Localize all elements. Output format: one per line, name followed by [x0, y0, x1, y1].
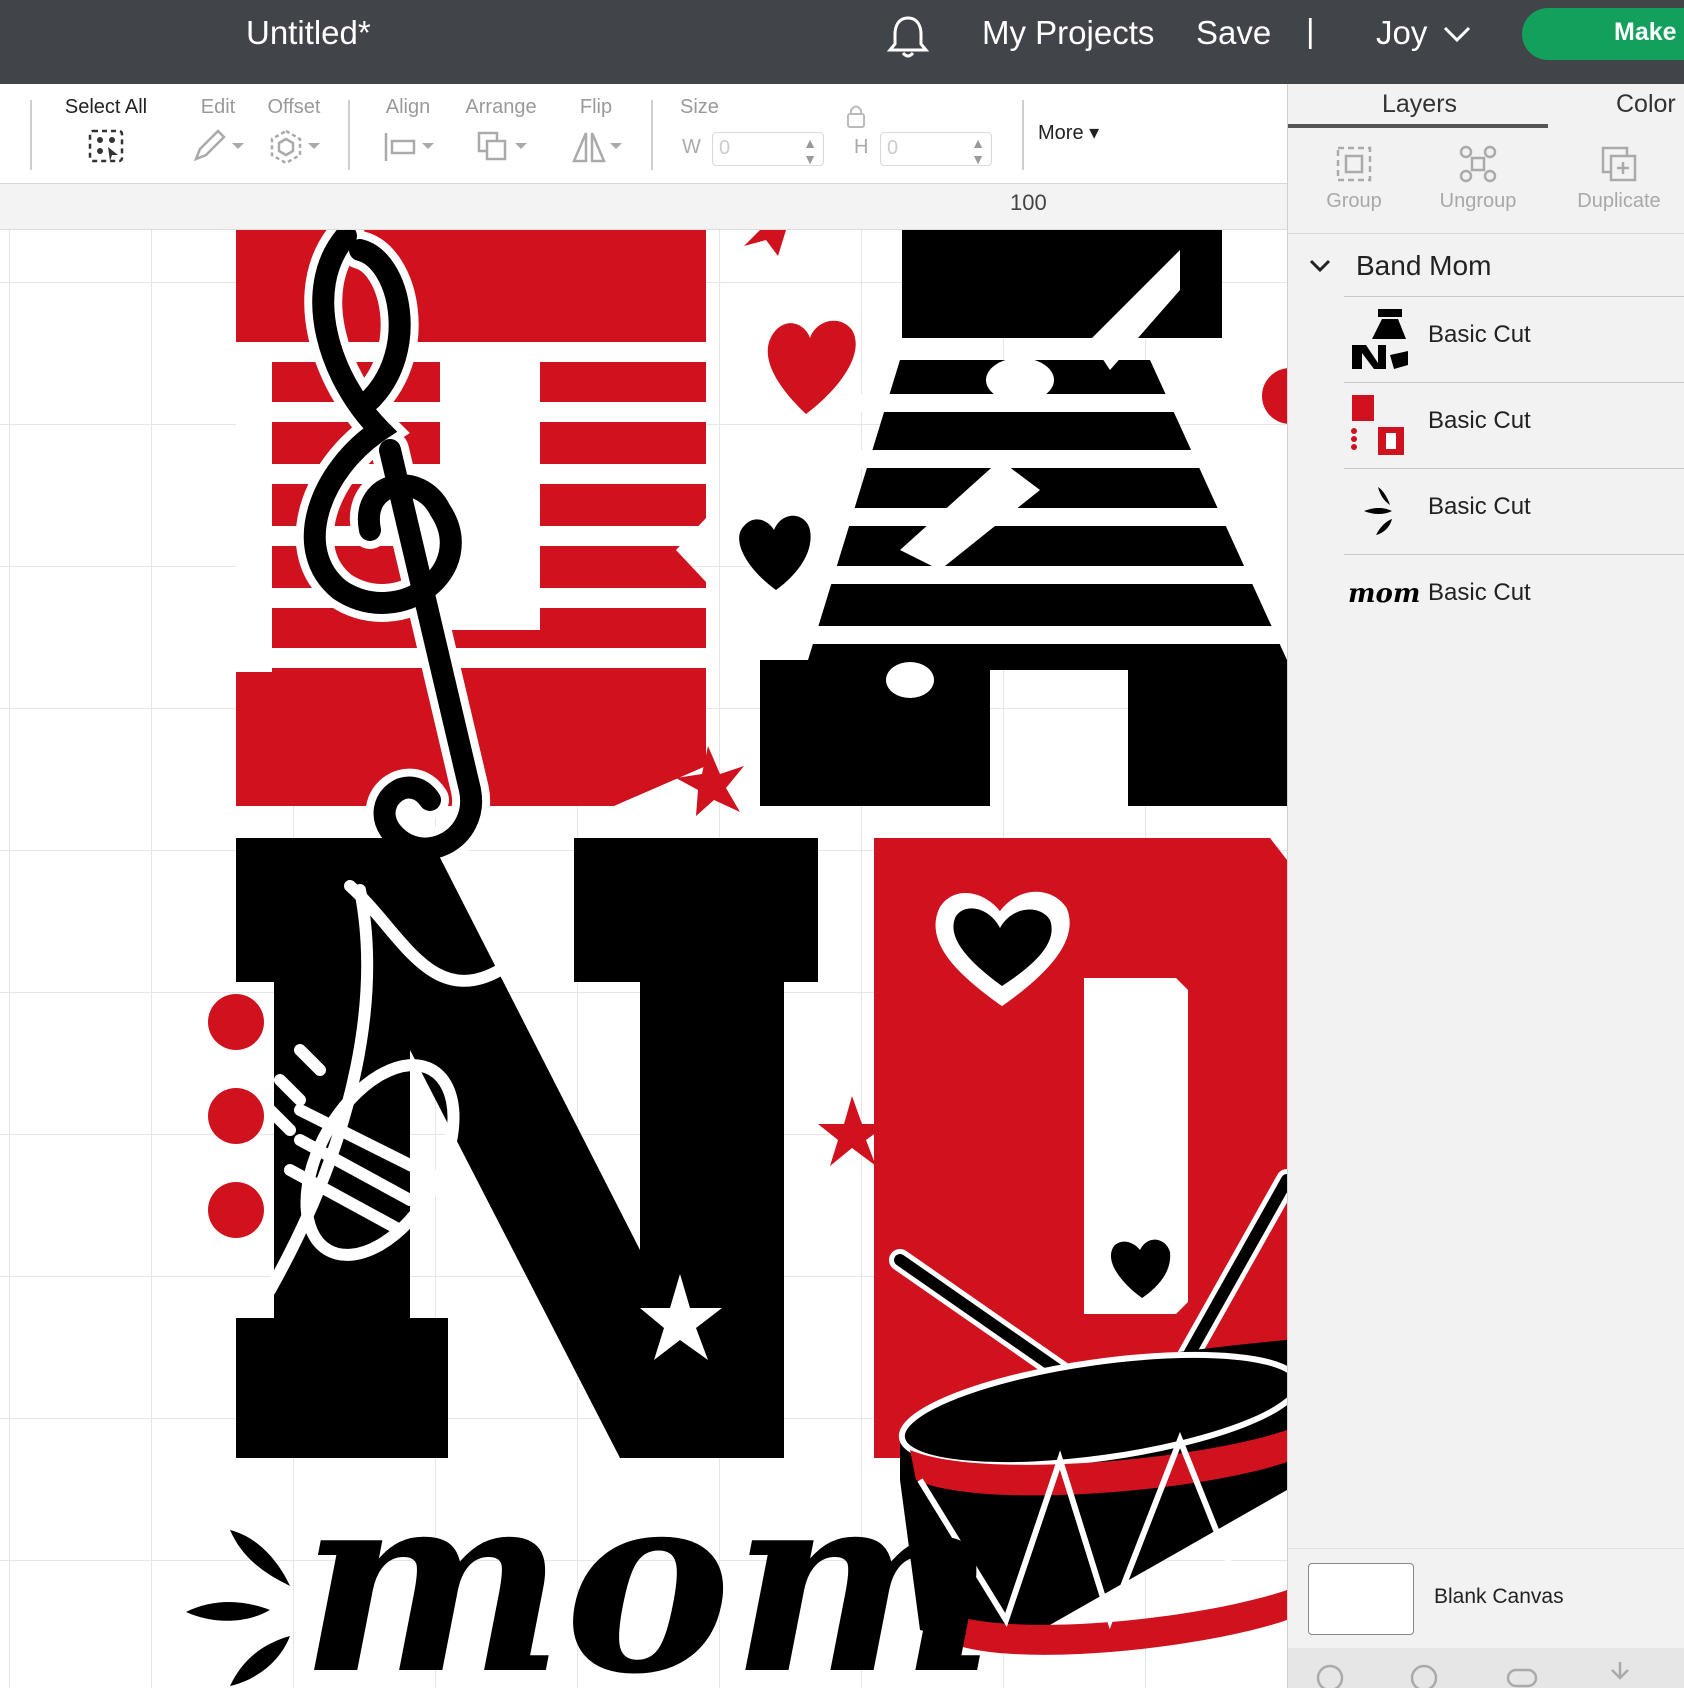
ungroup-icon [1459, 145, 1497, 183]
save-button[interactable]: Save [1196, 14, 1271, 52]
layer-item[interactable]: Basic Cut [1344, 382, 1684, 468]
more-menu[interactable]: More ▾ [1038, 120, 1099, 145]
group-icon [1336, 146, 1372, 182]
align-icon [384, 133, 434, 161]
ruler-mark: 100 [1010, 190, 1047, 215]
splash-marks-thumb [1364, 487, 1392, 535]
band-mom-design[interactable]: mom [0, 230, 1287, 1688]
layer-item[interactable]: mom Basic Cut [1344, 554, 1684, 640]
mom-script-text: mom [300, 1435, 996, 1688]
offset-label: Offset [267, 96, 321, 118]
tab-color[interactable]: Color [1616, 90, 1676, 119]
select-all-icon [88, 129, 124, 163]
toolbar-divider [30, 100, 32, 170]
ungroup-button[interactable]: Ungroup [1428, 144, 1528, 213]
group-button[interactable]: Group [1314, 144, 1394, 213]
arrange-icon [477, 131, 527, 161]
width-input[interactable]: 0 ▲ ▼ [712, 132, 824, 167]
more-label: More [1038, 122, 1084, 144]
chevron-down-icon[interactable] [1308, 258, 1332, 274]
group-label: Group [1326, 190, 1382, 212]
layer-item[interactable]: Basic Cut [1344, 468, 1684, 554]
height-input[interactable]: 0 ▲ ▼ [880, 132, 992, 167]
pencil-icon [193, 129, 244, 162]
dot-decoration [208, 994, 264, 1050]
toolbar-divider [651, 100, 653, 170]
make-button[interactable]: Make I [1522, 8, 1684, 60]
height-label: H [854, 136, 869, 158]
ungroup-label: Ungroup [1439, 190, 1517, 212]
toolbar-divider [1022, 100, 1024, 170]
design-canvas[interactable]: 100 mom [0, 184, 1287, 1688]
width-label: W [682, 136, 701, 158]
blank-canvas-layer[interactable]: Blank Canvas [1288, 1548, 1684, 1648]
horizontal-ruler: 100 [0, 184, 1287, 230]
black-letters-thumb [1352, 309, 1408, 369]
red-letters-thumb [1351, 395, 1404, 455]
layer-name: Basic Cut [1428, 407, 1531, 434]
align-tool[interactable]: Align [370, 96, 446, 165]
panel-actions: Group Ungroup Duplicate [1288, 130, 1684, 234]
select-all-label: Select All [64, 96, 148, 118]
mom-script-thumb: mom [1348, 579, 1421, 609]
caret-down-icon: ▾ [1089, 122, 1100, 144]
combine-icon[interactable] [1406, 1660, 1442, 1688]
layer-name: Basic Cut [1428, 493, 1531, 520]
layer-item[interactable]: Basic Cut [1344, 296, 1684, 382]
slice-icon[interactable] [1316, 1660, 1352, 1688]
flip-tool[interactable]: Flip [560, 96, 632, 165]
layers-panel: Layers Color Group Ungroup Duplicate Ban… [1287, 84, 1684, 1688]
letter-a[interactable] [760, 230, 1287, 806]
arrange-label: Arrange [465, 96, 537, 118]
duplicate-label: Duplicate [1577, 190, 1661, 212]
lock-icon[interactable] [844, 102, 868, 130]
project-title[interactable]: Untitled* [246, 14, 371, 52]
star-decoration [744, 230, 786, 256]
size-label: Size [680, 96, 719, 118]
flip-label: Flip [579, 96, 613, 118]
height-value: 0 [887, 137, 899, 159]
user-menu[interactable]: Joy [1376, 14, 1427, 52]
width-value: 0 [719, 137, 731, 159]
arrange-tool[interactable]: Arrange [460, 96, 542, 165]
mom-script: mom [186, 1435, 996, 1688]
flip-icon [572, 132, 622, 163]
offset-icon [270, 129, 320, 165]
toolbar-divider [348, 100, 350, 170]
layer-name: Basic Cut [1428, 579, 1531, 606]
bell-icon[interactable] [886, 14, 930, 60]
dot-decoration [208, 1088, 264, 1144]
blank-canvas-label: Blank Canvas [1434, 1585, 1564, 1608]
my-projects-link[interactable]: My Projects [982, 14, 1154, 52]
top-bar: Untitled* My Projects Save | Joy Make I [0, 0, 1684, 84]
offset-tool[interactable]: Offset [256, 96, 332, 165]
layer-name: Basic Cut [1428, 321, 1531, 348]
duplicate-button[interactable]: Duplicate [1564, 144, 1674, 213]
select-all-tool[interactable]: Select All [56, 96, 156, 165]
height-stepper-icon[interactable]: ▲ ▼ [971, 135, 985, 167]
edit-tool[interactable]: Edit [180, 96, 256, 165]
panel-tabs: Layers Color [1288, 84, 1684, 130]
layer-group-band-mom[interactable]: Band Mom [1288, 234, 1684, 300]
panel-footer-toolbar [1288, 1648, 1684, 1688]
size-tool: Size [680, 96, 740, 119]
flatten-icon[interactable] [1602, 1658, 1638, 1686]
edit-label: Edit [200, 96, 236, 118]
tab-layers[interactable]: Layers [1382, 90, 1457, 119]
align-label: Align [385, 96, 431, 118]
dot-decoration [208, 1182, 264, 1238]
dot-decoration [1262, 368, 1287, 424]
duplicate-icon [1601, 146, 1637, 182]
width-stepper-icon[interactable]: ▲ ▼ [803, 135, 817, 167]
attach-icon[interactable] [1504, 1660, 1540, 1688]
chevron-down-icon[interactable] [1442, 24, 1472, 44]
edit-toolbar: Select All Edit Offset Align Arrange Fli… [0, 84, 1287, 184]
group-name: Band Mom [1356, 250, 1492, 281]
blank-canvas-swatch[interactable] [1308, 1563, 1414, 1635]
topbar-separator: | [1306, 12, 1315, 49]
active-tab-indicator [1288, 124, 1548, 128]
